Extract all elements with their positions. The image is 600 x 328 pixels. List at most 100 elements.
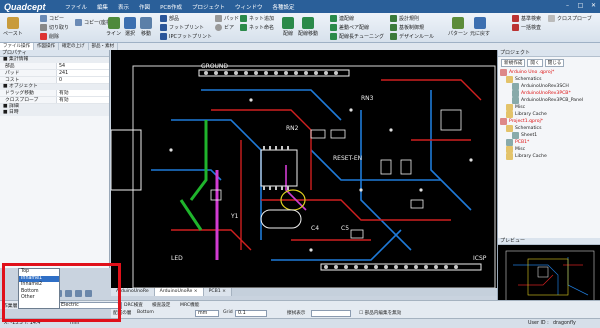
paste-button[interactable]: ペースト [3,17,23,37]
board-rule-icon [390,24,397,31]
grid-input[interactable]: 0.1 [235,310,267,317]
route-button[interactable]: 配線 [282,17,294,37]
doc-tab-pcb[interactable]: ArduinoUnoRe × [154,288,204,296]
delete-icon [40,33,47,40]
group-date[interactable]: ■ 日時 [0,110,109,116]
tree-item[interactable]: PCB1* [500,139,600,146]
pattern-button[interactable]: パターン [448,17,468,37]
search-button[interactable]: 基準検索 [512,15,541,22]
net-icon [240,15,247,22]
doc-tab-pcb1[interactable]: PCB1 × [203,288,233,296]
line-icon [107,17,120,29]
silk-label-c4: C4 [311,225,319,232]
folder-icon [506,146,513,153]
trace-button[interactable]: 連配線 [330,15,354,22]
user-id-value: dragonfly [553,321,576,326]
design-rule-button[interactable]: デザインルール [390,33,434,40]
ipc-footprint-button[interactable]: IPCフットプリント [160,33,212,40]
highlight-box [2,263,121,322]
footprint-button[interactable]: フットプリント [160,24,204,31]
mrc-label[interactable]: MRC機能 [180,302,199,308]
select-button[interactable]: 選択 [124,17,136,37]
property-row[interactable]: ドラッグ移動 有効 [0,90,109,97]
tree-item[interactable]: ArduinoUnoRev3PCB* [500,90,600,97]
route-move-button[interactable]: 配線移動 [298,17,318,37]
tree-item[interactable]: Schematics [500,76,600,83]
tree-item[interactable]: ArduinoUnoRev3PCB_Panel [500,97,600,104]
delete-button[interactable]: 削除 [40,33,59,40]
menu-settings[interactable]: 各種設定 [268,3,300,11]
silk-label-y1: Y1 [230,213,239,220]
select-icon [124,17,136,29]
via-icon [215,24,222,31]
tree-item[interactable]: Schematics [500,125,600,132]
minimize-icon[interactable]: – [563,2,572,10]
ipc-footprint-icon [160,33,167,40]
tree-item[interactable]: ArduinoUnoRev3SCH [500,83,600,90]
rule-button[interactable]: 設計規則 [390,15,419,22]
pad-button[interactable]: パッド [215,15,239,22]
net-name-button[interactable]: ネット命名 [240,24,274,31]
net-name-icon [240,24,247,31]
bulk-check-button[interactable]: 一括検査 [512,24,541,31]
check-setting-label[interactable]: 検査設定 [152,302,170,308]
property-row: コスト 0 [0,77,109,84]
tree-item[interactable]: Library Cache [500,153,600,160]
tree-item[interactable]: Project1.qproj* [500,118,600,125]
new-project-button[interactable]: 新規作成 [501,59,526,67]
menu-edit[interactable]: 編集 [92,3,113,11]
tree-item[interactable]: Library Cache [500,111,600,118]
net-add-button[interactable]: ネット追加 [240,15,274,22]
unit-select[interactable]: mm [195,310,219,317]
design-rule-icon [390,33,397,40]
project-tree: Arduino Uno .qproj* Schematics ArduinoUn… [498,69,600,160]
property-row[interactable]: クロスプローブ 有効 [0,97,109,104]
close-project-button[interactable]: 閉じる [544,59,565,67]
cut-button[interactable]: 切り取り [40,24,69,31]
cross-probe-icon [548,15,555,22]
menu-file[interactable]: ファイル [60,3,92,11]
folder-icon [506,76,513,83]
maximize-icon[interactable]: □ [576,2,585,10]
tab-draw-ops[interactable]: 作図操作 [34,43,59,50]
placement-layer-value[interactable]: Bottom [137,310,154,315]
project-icon [500,118,507,125]
snap-select[interactable] [311,310,351,317]
cross-probe-button[interactable]: クロスプローブ [548,15,592,22]
menu-view[interactable]: 表示 [113,3,134,11]
pcb-canvas[interactable]: GROUND RN2 RN3 RESET-EN Y1 C4 C5 LED ICS… [111,50,497,288]
close-icon[interactable]: ✕ [589,2,598,10]
inner-edit-checkbox[interactable]: ☐ 部品内編集を無効 [359,310,401,316]
project-icon [500,69,507,76]
menu-project[interactable]: プロジェクト [187,3,230,11]
property-row: 部品 54 [0,63,109,70]
diffpair-icon [330,24,337,31]
drc-check-label[interactable]: DRC検査 [124,302,143,308]
silk-label-led: LED [171,255,183,262]
line-button[interactable]: ライン [106,17,121,37]
menu-pcb[interactable]: PCB作成 [155,3,187,11]
menu-draw[interactable]: 作図 [134,3,155,11]
tab-confirm[interactable]: 確定の上げ [59,43,89,50]
property-panel-title: プロパティ [0,50,109,57]
tree-item[interactable]: Sheet1 [500,132,600,139]
move-button[interactable]: 移動 [140,17,152,37]
tree-item[interactable]: Misc [500,146,600,153]
tree-item[interactable]: Arduino Uno .qproj* [500,69,600,76]
open-project-button[interactable]: 開く [527,59,543,67]
project-toolbar: 新規作成 開く 閉じる [498,57,600,69]
copy-icon [40,15,47,22]
tab-parts[interactable]: 部品・素材 [89,43,118,50]
undo-button[interactable]: 元に戻す [470,17,490,37]
menu-window[interactable]: ウィンドウ [230,3,268,11]
board-rule-button[interactable]: 基板制御規 [390,24,424,31]
copy-button[interactable]: コピー [40,15,64,22]
diffpair-button[interactable]: 差動ペア配線 [330,24,369,31]
tune-button[interactable]: 配線長チューニング [330,33,384,40]
silk-label-icsp: ICSP [473,255,487,262]
part-button[interactable]: 部品 [160,15,179,22]
trace-icon [330,15,337,22]
tree-item[interactable]: Misc [500,104,600,111]
via-button[interactable]: ビア [215,24,234,31]
tab-file-ops[interactable]: ファイル操作 [0,43,34,50]
